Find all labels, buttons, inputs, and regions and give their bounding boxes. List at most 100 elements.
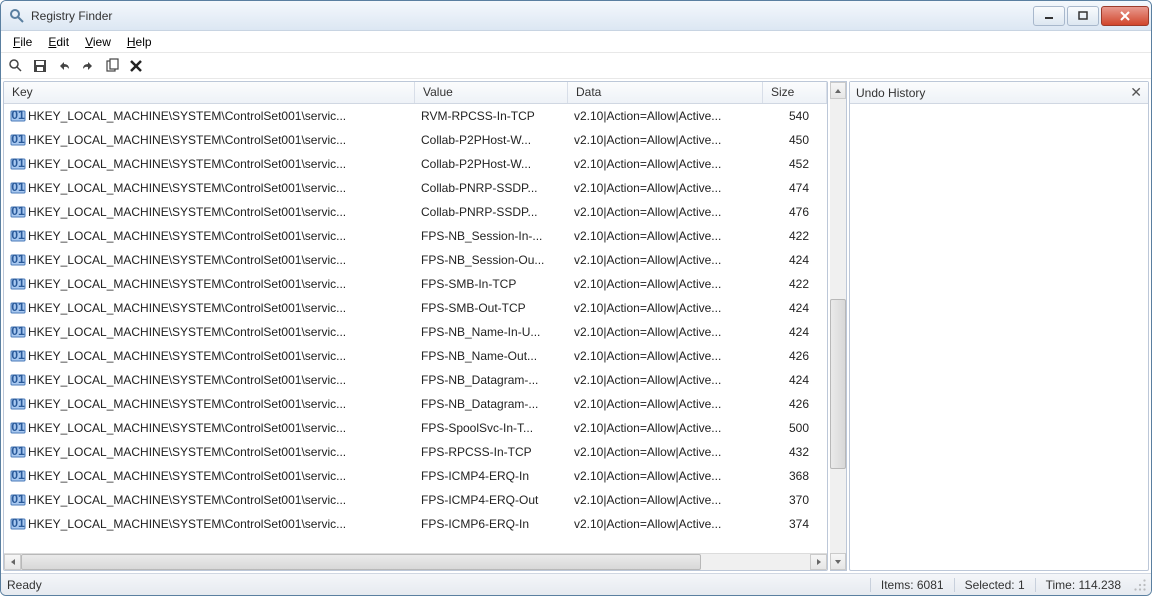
table-row[interactable]: 01HKEY_LOCAL_MACHINE\SYSTEM\ControlSet00… bbox=[4, 152, 827, 176]
svg-text:01: 01 bbox=[11, 108, 25, 122]
cell-key: 01HKEY_LOCAL_MACHINE\SYSTEM\ControlSet00… bbox=[4, 252, 415, 268]
svg-text:01: 01 bbox=[11, 444, 25, 458]
scroll-right-button[interactable] bbox=[810, 554, 827, 570]
cell-value: FPS-SpoolSvc-In-T... bbox=[415, 421, 568, 435]
table-row[interactable]: 01HKEY_LOCAL_MACHINE\SYSTEM\ControlSet00… bbox=[4, 392, 827, 416]
close-button[interactable] bbox=[1101, 6, 1149, 26]
menu-help[interactable]: Help bbox=[119, 33, 160, 51]
table-row[interactable]: 01HKEY_LOCAL_MACHINE\SYSTEM\ControlSet00… bbox=[4, 248, 827, 272]
cell-size: 424 bbox=[763, 325, 827, 339]
cell-size: 422 bbox=[763, 229, 827, 243]
table-row[interactable]: 01HKEY_LOCAL_MACHINE\SYSTEM\ControlSet00… bbox=[4, 512, 827, 536]
status-items: Items: 6081 bbox=[870, 578, 954, 592]
cell-data: v2.10|Action=Allow|Active... bbox=[568, 301, 763, 315]
vscroll-track[interactable] bbox=[830, 99, 846, 553]
cell-size: 500 bbox=[763, 421, 827, 435]
cell-value: FPS-NB_Datagram-... bbox=[415, 397, 568, 411]
cell-size: 422 bbox=[763, 277, 827, 291]
cell-size: 424 bbox=[763, 301, 827, 315]
cell-key: 01HKEY_LOCAL_MACHINE\SYSTEM\ControlSet00… bbox=[4, 108, 415, 124]
undo-history-panel: Undo History ✕ bbox=[849, 81, 1149, 571]
column-size[interactable]: Size bbox=[763, 82, 827, 103]
column-key[interactable]: Key bbox=[4, 82, 415, 103]
vertical-scrollbar[interactable] bbox=[830, 81, 847, 571]
column-value[interactable]: Value bbox=[415, 82, 568, 103]
cell-size: 450 bbox=[763, 133, 827, 147]
window-title: Registry Finder bbox=[31, 9, 1033, 23]
horizontal-scrollbar[interactable] bbox=[4, 553, 827, 570]
cell-key: 01HKEY_LOCAL_MACHINE\SYSTEM\ControlSet00… bbox=[4, 468, 415, 484]
hscroll-thumb[interactable] bbox=[21, 554, 701, 570]
column-data[interactable]: Data bbox=[568, 82, 763, 103]
copy-icon[interactable] bbox=[103, 57, 121, 75]
cell-data: v2.10|Action=Allow|Active... bbox=[568, 421, 763, 435]
undo-icon[interactable] bbox=[55, 57, 73, 75]
panel-title: Undo History bbox=[856, 86, 1130, 100]
cell-key: 01HKEY_LOCAL_MACHINE\SYSTEM\ControlSet00… bbox=[4, 300, 415, 316]
menu-view[interactable]: View bbox=[77, 33, 119, 51]
search-icon[interactable] bbox=[7, 57, 25, 75]
svg-text:01: 01 bbox=[11, 132, 25, 146]
cell-data: v2.10|Action=Allow|Active... bbox=[568, 157, 763, 171]
titlebar[interactable]: Registry Finder bbox=[1, 1, 1151, 31]
resize-grip-icon[interactable] bbox=[1131, 576, 1149, 594]
table-row[interactable]: 01HKEY_LOCAL_MACHINE\SYSTEM\ControlSet00… bbox=[4, 440, 827, 464]
table-row[interactable]: 01HKEY_LOCAL_MACHINE\SYSTEM\ControlSet00… bbox=[4, 296, 827, 320]
minimize-button[interactable] bbox=[1033, 6, 1065, 26]
svg-text:01: 01 bbox=[11, 156, 25, 170]
menu-edit[interactable]: Edit bbox=[40, 33, 77, 51]
svg-text:01: 01 bbox=[11, 348, 25, 362]
cell-value: FPS-NB_Name-In-U... bbox=[415, 325, 568, 339]
cell-data: v2.10|Action=Allow|Active... bbox=[568, 229, 763, 243]
hscroll-track[interactable] bbox=[21, 554, 810, 570]
cell-value: FPS-ICMP4-ERQ-In bbox=[415, 469, 568, 483]
cell-key: 01HKEY_LOCAL_MACHINE\SYSTEM\ControlSet00… bbox=[4, 444, 415, 460]
scroll-up-button[interactable] bbox=[830, 82, 846, 99]
save-icon[interactable] bbox=[31, 57, 49, 75]
table-row[interactable]: 01HKEY_LOCAL_MACHINE\SYSTEM\ControlSet00… bbox=[4, 128, 827, 152]
svg-text:01: 01 bbox=[11, 396, 25, 410]
table-row[interactable]: 01HKEY_LOCAL_MACHINE\SYSTEM\ControlSet00… bbox=[4, 416, 827, 440]
table-row[interactable]: 01HKEY_LOCAL_MACHINE\SYSTEM\ControlSet00… bbox=[4, 368, 827, 392]
cell-value: RVM-RPCSS-In-TCP bbox=[415, 109, 568, 123]
cell-value: FPS-NB_Session-Ou... bbox=[415, 253, 568, 267]
scroll-down-button[interactable] bbox=[830, 553, 846, 570]
table-row[interactable]: 01HKEY_LOCAL_MACHINE\SYSTEM\ControlSet00… bbox=[4, 488, 827, 512]
cell-size: 370 bbox=[763, 493, 827, 507]
cell-data: v2.10|Action=Allow|Active... bbox=[568, 469, 763, 483]
cell-data: v2.10|Action=Allow|Active... bbox=[568, 181, 763, 195]
table-row[interactable]: 01HKEY_LOCAL_MACHINE\SYSTEM\ControlSet00… bbox=[4, 320, 827, 344]
cell-data: v2.10|Action=Allow|Active... bbox=[568, 445, 763, 459]
table-row[interactable]: 01HKEY_LOCAL_MACHINE\SYSTEM\ControlSet00… bbox=[4, 464, 827, 488]
svg-text:01: 01 bbox=[11, 180, 25, 194]
cell-value: Collab-P2PHost-W... bbox=[415, 133, 568, 147]
table-row[interactable]: 01HKEY_LOCAL_MACHINE\SYSTEM\ControlSet00… bbox=[4, 176, 827, 200]
menu-file[interactable]: File bbox=[5, 33, 40, 51]
cell-key: 01HKEY_LOCAL_MACHINE\SYSTEM\ControlSet00… bbox=[4, 372, 415, 388]
delete-icon[interactable] bbox=[127, 57, 145, 75]
cell-key: 01HKEY_LOCAL_MACHINE\SYSTEM\ControlSet00… bbox=[4, 348, 415, 364]
cell-size: 424 bbox=[763, 253, 827, 267]
cell-value: FPS-SMB-In-TCP bbox=[415, 277, 568, 291]
svg-text:01: 01 bbox=[11, 300, 25, 314]
table-row[interactable]: 01HKEY_LOCAL_MACHINE\SYSTEM\ControlSet00… bbox=[4, 104, 827, 128]
cell-data: v2.10|Action=Allow|Active... bbox=[568, 277, 763, 291]
table-row[interactable]: 01HKEY_LOCAL_MACHINE\SYSTEM\ControlSet00… bbox=[4, 200, 827, 224]
toolbar bbox=[1, 53, 1151, 79]
cell-size: 426 bbox=[763, 397, 827, 411]
cell-size: 432 bbox=[763, 445, 827, 459]
cell-data: v2.10|Action=Allow|Active... bbox=[568, 253, 763, 267]
redo-icon[interactable] bbox=[79, 57, 97, 75]
table-body[interactable]: 01HKEY_LOCAL_MACHINE\SYSTEM\ControlSet00… bbox=[4, 104, 827, 553]
maximize-button[interactable] bbox=[1067, 6, 1099, 26]
vscroll-thumb[interactable] bbox=[830, 299, 846, 469]
cell-size: 424 bbox=[763, 373, 827, 387]
table-row[interactable]: 01HKEY_LOCAL_MACHINE\SYSTEM\ControlSet00… bbox=[4, 224, 827, 248]
scroll-left-button[interactable] bbox=[4, 554, 21, 570]
table-row[interactable]: 01HKEY_LOCAL_MACHINE\SYSTEM\ControlSet00… bbox=[4, 344, 827, 368]
cell-key: 01HKEY_LOCAL_MACHINE\SYSTEM\ControlSet00… bbox=[4, 228, 415, 244]
panel-close-icon[interactable]: ✕ bbox=[1130, 84, 1142, 101]
cell-key: 01HKEY_LOCAL_MACHINE\SYSTEM\ControlSet00… bbox=[4, 276, 415, 292]
cell-data: v2.10|Action=Allow|Active... bbox=[568, 373, 763, 387]
table-row[interactable]: 01HKEY_LOCAL_MACHINE\SYSTEM\ControlSet00… bbox=[4, 272, 827, 296]
